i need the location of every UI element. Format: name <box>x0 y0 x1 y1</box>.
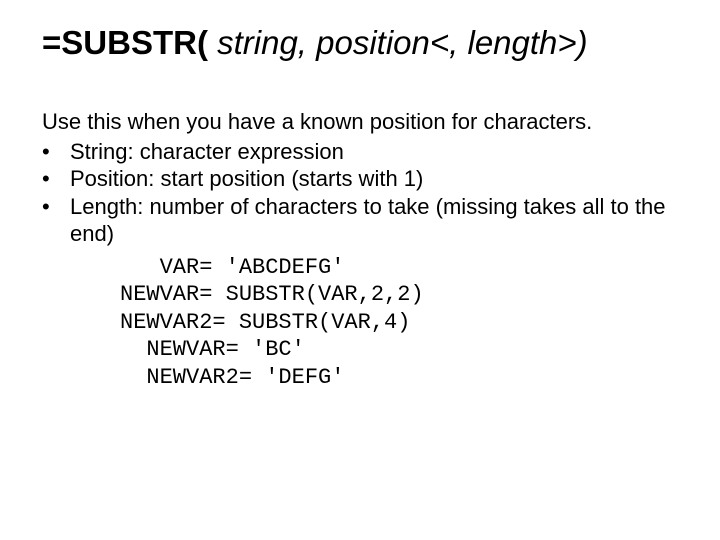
code-line: NEWVAR2= 'DEFG' <box>120 364 678 392</box>
title-italic-part: string, position<, length>) <box>208 24 588 61</box>
slide-title: =SUBSTR( string, position<, length>) <box>42 24 678 62</box>
title-bold-part: =SUBSTR( <box>42 24 208 61</box>
code-line: NEWVAR= SUBSTR(VAR,2,2) <box>120 281 678 309</box>
intro-text: Use this when you have a known position … <box>42 108 678 136</box>
code-line: NEWVAR2= SUBSTR(VAR,4) <box>120 309 678 337</box>
list-item: Position: start position (starts with 1) <box>42 165 678 193</box>
slide-content: =SUBSTR( string, position<, length>) Use… <box>0 0 720 391</box>
code-block: VAR= 'ABCDEFG' NEWVAR= SUBSTR(VAR,2,2) N… <box>120 254 678 392</box>
code-line: VAR= 'ABCDEFG' <box>120 254 678 282</box>
list-item: String: character expression <box>42 138 678 166</box>
code-line: NEWVAR= 'BC' <box>120 336 678 364</box>
bullet-list: String: character expression Position: s… <box>42 138 678 248</box>
list-item: Length: number of characters to take (mi… <box>42 193 678 248</box>
